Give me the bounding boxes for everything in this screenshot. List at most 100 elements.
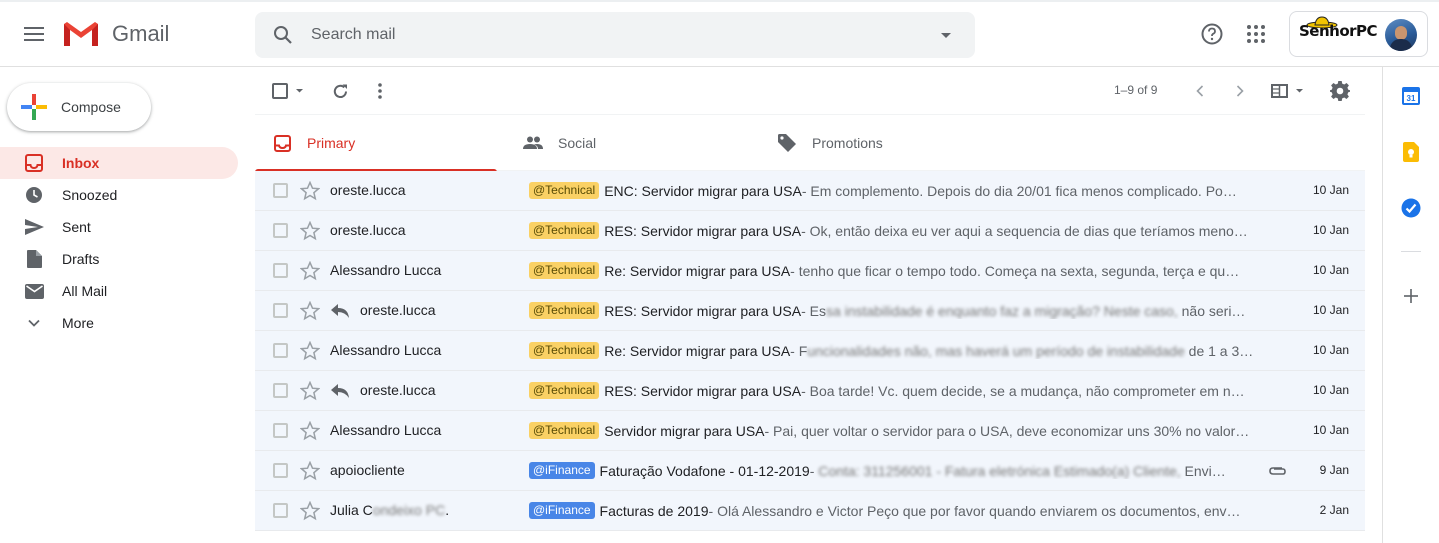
sidebar-item-inbox[interactable]: Inbox [0, 147, 238, 179]
email-snippet: - Funcionalidades não, mas haverá um per… [790, 343, 1253, 359]
attachment-icon[interactable] [1265, 462, 1287, 480]
star-icon[interactable] [300, 501, 320, 521]
label-chip[interactable]: @Technical [529, 302, 600, 319]
calendar-button[interactable]: 31 [1399, 84, 1423, 108]
row-checkbox[interactable] [273, 423, 288, 438]
star-icon[interactable] [300, 261, 320, 281]
email-row[interactable]: oreste.lucca @Technical RES: Servidor mi… [255, 371, 1365, 411]
label-chip[interactable]: @Technical [529, 182, 600, 199]
select-all-checkbox[interactable] [271, 79, 307, 103]
search-button[interactable] [255, 25, 311, 45]
keep-button[interactable] [1399, 140, 1423, 164]
sender-text: Julia C [330, 502, 373, 518]
email-sender: oreste.lucca [360, 302, 436, 318]
row-checkbox[interactable] [273, 223, 288, 238]
split-pane-button[interactable] [1268, 79, 1308, 103]
people-icon [523, 133, 543, 153]
redacted-text: uncionalidades não, mas haverá um períod… [807, 342, 1185, 359]
sidebar-item-label: Drafts [62, 251, 100, 267]
add-addon-button[interactable] [1399, 284, 1423, 308]
avatar[interactable] [1385, 19, 1417, 51]
star-icon[interactable] [300, 301, 320, 321]
label-chip[interactable]: @Technical [529, 222, 600, 239]
email-row[interactable]: Julia Condeixo PC. @iFinance Facturas de… [255, 491, 1365, 531]
row-checkbox[interactable] [273, 263, 288, 278]
search-bar[interactable] [255, 12, 975, 58]
avatar-face [1395, 26, 1407, 40]
search-icon [274, 26, 292, 44]
more-actions-button[interactable] [368, 79, 392, 103]
main-menu-button[interactable] [14, 14, 54, 54]
sidebar-item-label: All Mail [62, 283, 108, 299]
email-date: 10 Jan [1312, 183, 1349, 197]
tab-label: Social [558, 135, 597, 151]
compose-button[interactable]: Compose [7, 83, 151, 131]
apps-button[interactable] [1240, 16, 1272, 52]
support-button[interactable] [1196, 16, 1228, 52]
search-input[interactable] [311, 26, 917, 44]
label-chip[interactable]: @Technical [529, 342, 600, 359]
account-switcher[interactable]: SenhorPC [1289, 11, 1428, 57]
row-checkbox[interactable] [273, 503, 288, 518]
email-row[interactable]: oreste.lucca @Technical ENC: Servidor mi… [255, 171, 1365, 211]
sidebar-item-more[interactable]: More [0, 307, 238, 339]
star-icon[interactable] [300, 341, 320, 361]
email-content: @Technical RES: Servidor migrar para USA… [529, 302, 1255, 319]
email-row[interactable]: Alessandro Lucca @Technical Re: Servidor… [255, 331, 1365, 371]
email-row[interactable]: oreste.lucca @Technical RES: Servidor mi… [255, 291, 1365, 331]
tab-promotions[interactable]: Promotions [760, 115, 1002, 171]
gmail-logo[interactable]: Gmail [62, 20, 169, 48]
sidebar-item-drafts[interactable]: Drafts [0, 243, 238, 275]
side-panel: 31 [1382, 67, 1439, 543]
row-checkbox[interactable] [273, 343, 288, 358]
row-checkbox[interactable] [273, 463, 288, 478]
category-tabs: Primary Social Promotions [255, 115, 1365, 172]
email-row[interactable]: apoiocliente @iFinance Faturação Vodafon… [255, 451, 1365, 491]
email-subject: RES: Servidor migrar para USA [604, 302, 802, 319]
label-chip[interactable]: @iFinance [529, 502, 595, 519]
compose-plus-icon [7, 94, 61, 120]
sidebar-item-sent[interactable]: Sent [0, 211, 238, 243]
star-icon[interactable] [300, 221, 320, 241]
email-subject: Facturas de 2019 [599, 502, 709, 519]
label-chip[interactable]: @iFinance [529, 462, 595, 479]
sidebar-item-snoozed[interactable]: Snoozed [0, 179, 238, 211]
inbox-icon [24, 153, 44, 173]
sidebar-item-all-mail[interactable]: All Mail [0, 275, 238, 307]
tab-social[interactable]: Social [506, 115, 748, 171]
email-subject: Servidor migrar para USA [604, 422, 765, 439]
apps-grid-icon [1247, 25, 1265, 43]
more-vertical-icon [378, 83, 382, 99]
label-chip[interactable]: @Technical [529, 262, 600, 279]
plus-icon [1404, 289, 1418, 303]
email-snippet: - Em complemento. Depois do dia 20/01 fi… [801, 182, 1237, 199]
tab-primary[interactable]: Primary [255, 115, 497, 172]
star-icon[interactable] [300, 381, 320, 401]
settings-button[interactable] [1328, 79, 1352, 103]
star-icon[interactable] [300, 181, 320, 201]
email-date: 9 Jan [1319, 463, 1349, 477]
label-chip[interactable]: @Technical [529, 382, 600, 399]
email-snippet: - tenho que ficar o tempo todo. Começa n… [790, 262, 1240, 279]
email-subject: Re: Servidor migrar para USA [604, 342, 791, 359]
email-row[interactable]: Alessandro Lucca @Technical Servidor mig… [255, 411, 1365, 451]
search-options-button[interactable] [917, 32, 975, 39]
email-subject: Faturação Vodafone - 01-12-2019 [599, 462, 810, 479]
row-checkbox[interactable] [273, 183, 288, 198]
refresh-button[interactable] [328, 79, 352, 103]
checkbox-dropdown-icon [272, 83, 303, 99]
older-button[interactable] [1228, 79, 1252, 103]
email-row[interactable]: Alessandro Lucca @Technical Re: Servidor… [255, 251, 1365, 291]
row-checkbox[interactable] [273, 303, 288, 318]
tasks-button[interactable] [1399, 196, 1423, 220]
email-subject: Re: Servidor migrar para USA [604, 262, 791, 279]
star-icon[interactable] [300, 421, 320, 441]
redacted-text: ondeixo PC [372, 502, 446, 518]
newer-button[interactable] [1188, 79, 1212, 103]
calendar-icon: 31 [1402, 87, 1420, 105]
email-row[interactable]: oreste.lucca @Technical RES: Servidor mi… [255, 211, 1365, 251]
star-icon[interactable] [300, 461, 320, 481]
label-chip[interactable]: @Technical [529, 422, 600, 439]
row-checkbox[interactable] [273, 383, 288, 398]
pagination-count: 1–9 of 9 [1114, 83, 1158, 97]
